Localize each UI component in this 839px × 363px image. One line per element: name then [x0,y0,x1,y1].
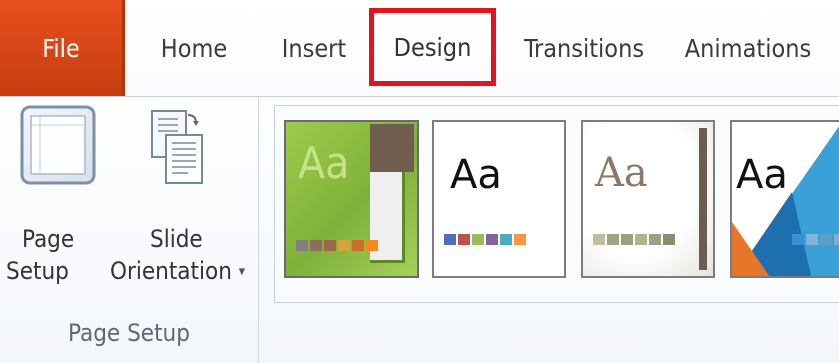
theme-1-brown-block [370,124,414,172]
ribbon-tab-bar: File Home Insert Design Transitions Anim… [0,0,839,97]
page-setup-icon [20,105,96,185]
slide-orientation-button[interactable]: Slide Orientation ▾ [110,103,250,313]
theme-3-background [583,122,713,276]
tab-design[interactable]: Design [369,8,496,86]
theme-thumbnail[interactable]: Aa [284,120,419,278]
theme-3-color-swatches [593,234,675,245]
theme-thumbnail[interactable]: Aa [581,120,715,278]
page-setup-label-line1: Page [22,225,75,253]
theme-1-color-swatches [296,240,378,251]
page-setup-button[interactable]: Page Setup [6,103,105,313]
theme-thumbnail[interactable]: Aa [432,120,566,278]
chevron-down-icon: ▾ [238,263,246,280]
theme-2-color-swatches [444,234,526,245]
page-setup-group: Page Setup Slide Orientation ▾ Page Setu… [0,97,259,363]
theme-4-sample-text: Aa [736,152,788,198]
page-setup-label-line2: Setup [6,257,69,285]
themes-gallery: Aa Aa Aa Aa [274,105,839,303]
theme-thumbnail[interactable]: Aa [730,120,839,278]
slide-orientation-label-text: Orientation [110,257,232,285]
tab-transitions[interactable]: Transitions [519,0,649,96]
theme-2-sample-text: Aa [450,152,502,198]
slide-orientation-label-line1: Slide [150,225,203,253]
slide-orientation-label-line2: Orientation ▾ [110,255,245,289]
theme-4-color-swatches [792,234,839,245]
tab-file[interactable]: File [0,0,125,96]
theme-4-graphic [732,126,839,276]
ribbon-panel: Page Setup Slide Orientation ▾ Page Setu… [0,97,839,363]
theme-1-sample-text: Aa [298,138,350,189]
tab-insert[interactable]: Insert [265,0,363,96]
theme-3-side-bar [699,128,707,270]
tab-animations[interactable]: Animations [668,0,828,96]
tab-home[interactable]: Home [142,0,246,96]
slide-orientation-icon [151,110,203,184]
page-setup-group-label: Page Setup [68,319,190,347]
theme-3-sample-text: Aa [595,150,648,196]
